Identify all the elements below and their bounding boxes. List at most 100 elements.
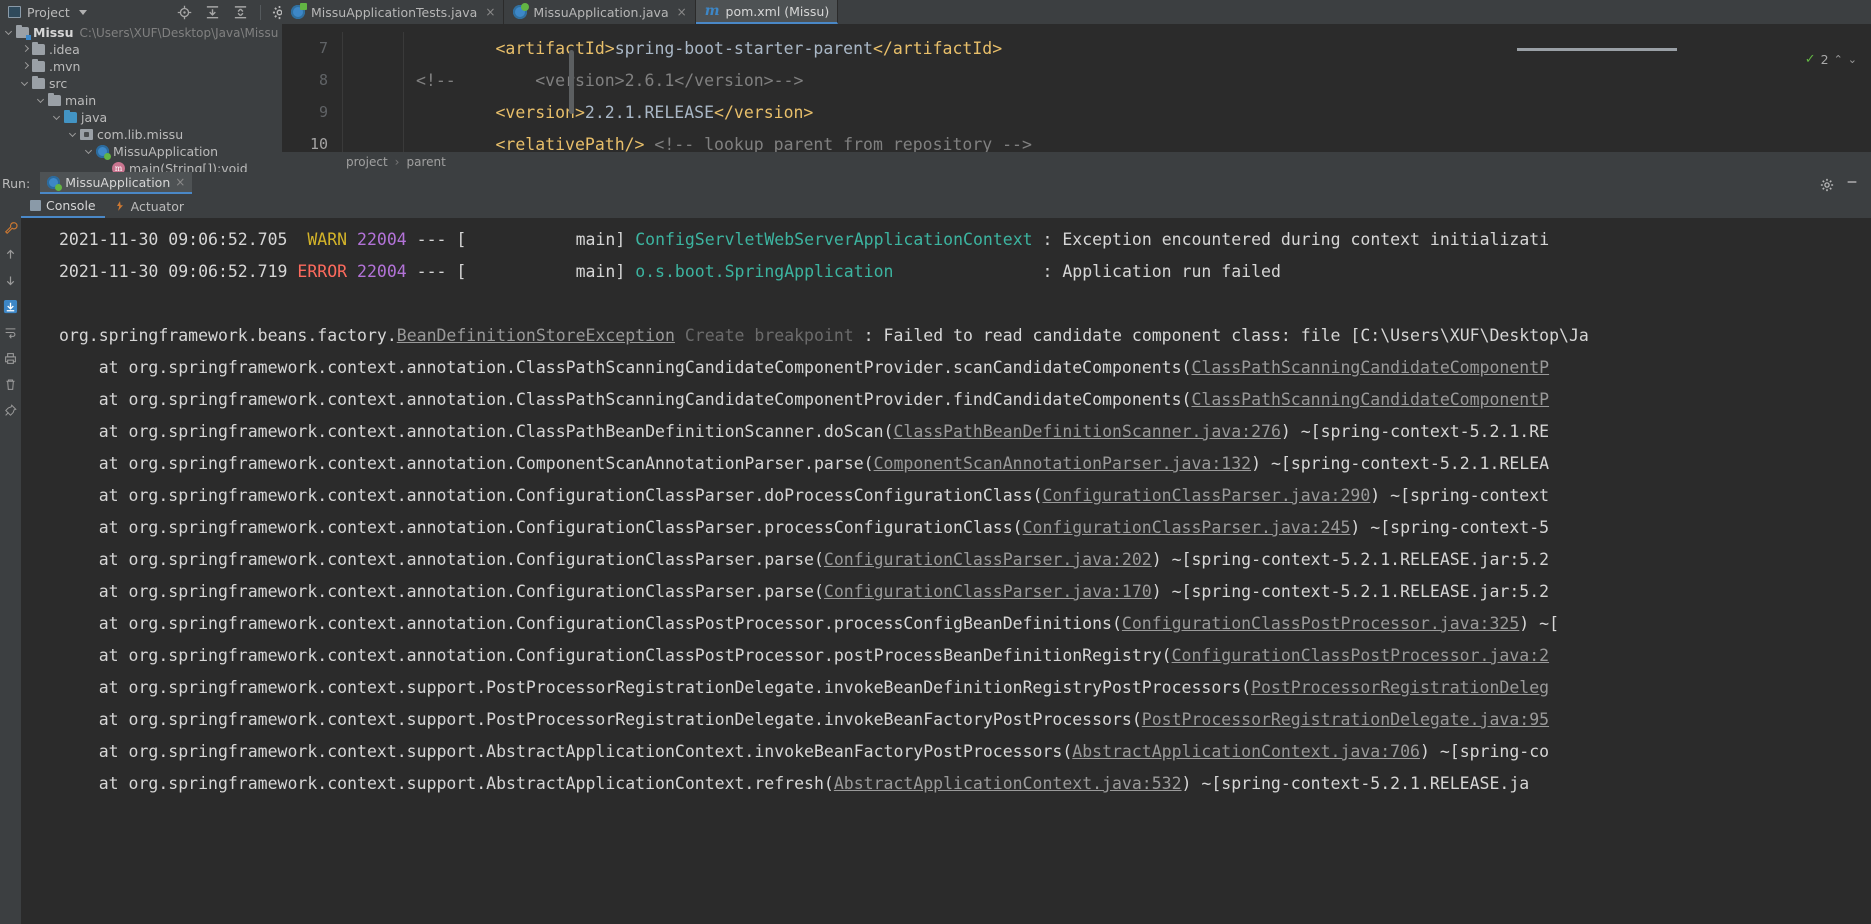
project-path: C:\Users\XUF\Desktop\Java\Missu [79,25,279,40]
inspection-widget[interactable]: ✓ 2 ⌃ ⌄ [1805,52,1857,67]
print-icon[interactable] [3,350,19,366]
editor-line-9[interactable]: 9 <version>2.2.1.RELEASE</version> [282,96,1871,128]
close-icon[interactable]: × [485,5,495,19]
run-config-tab[interactable]: MissuApplication × [40,172,193,194]
console-stack-line[interactable]: at org.springframework.context.support.P… [21,672,1871,704]
tree-item-label: main(String[]):void [129,161,248,172]
tab-actuator-label: Actuator [130,198,185,214]
console-stack-line[interactable]: at org.springframework.context.annotatio… [21,416,1871,448]
console-stack-line[interactable]: at org.springframework.context.annotatio… [21,576,1871,608]
console-sub-tabs: Console Actuator [21,194,1871,218]
line-number: 8 [318,71,328,89]
console-stack-line[interactable]: at org.springframework.context.support.P… [21,704,1871,736]
chevron-down-icon[interactable] [4,27,15,38]
locate-icon[interactable] [171,0,199,24]
console-stack-line[interactable]: at org.springframework.context.support.A… [21,768,1871,800]
breadcrumb-item-parent[interactable]: parent [406,155,445,169]
tree-item-idea[interactable]: .idea [0,41,282,58]
wrench-icon[interactable] [3,220,19,236]
soft-wrap-icon[interactable] [3,324,19,340]
tree-item-main[interactable]: main [0,92,282,109]
console-exception-line[interactable]: org.springframework.beans.factory.BeanDe… [21,320,1871,352]
line-content: <relativePath/> <!-- lookup parent from … [495,134,1032,154]
toolbar-divider [259,4,261,20]
project-view-label: Project [27,4,70,20]
close-icon[interactable]: × [677,5,687,19]
fold-column[interactable] [342,96,404,128]
project-folder-icon [16,25,31,40]
run-config-label: MissuApplication [65,174,171,190]
chevron-right-icon[interactable] [20,61,31,72]
tree-item-package[interactable]: com.lib.missu [0,126,282,143]
scroll-up-icon[interactable] [3,246,19,262]
chevron-right-icon[interactable] [20,44,31,55]
tree-item-label: java [81,110,108,125]
settings-gear-icon[interactable] [1820,177,1834,191]
pin-icon[interactable] [3,402,19,418]
folder-icon [32,42,45,55]
chevron-down-icon[interactable] [36,95,47,106]
clear-all-icon[interactable] [3,376,19,392]
chevron-down-icon[interactable] [68,129,79,140]
scroll-to-end-icon[interactable] [3,298,19,314]
project-view-selector[interactable]: Project [0,0,93,24]
chevron-down-icon[interactable] [20,78,31,89]
java-class-icon [96,145,111,160]
run-window-side-toolbar [0,194,21,924]
tab-actuator[interactable]: Actuator [105,194,193,218]
code-editor[interactable]: 7 <artifactId>spring-boot-starter-parent… [282,24,1871,172]
tree-item-main-method[interactable]: m main(String[]):void [0,160,282,172]
breadcrumb[interactable]: project › parent [282,152,1871,172]
package-icon [80,129,93,140]
console-stack-line[interactable]: at org.springframework.context.annotatio… [21,352,1871,384]
tree-item-label: main [65,93,97,108]
close-icon[interactable]: × [175,175,185,189]
java-test-class-icon [291,3,307,19]
chevron-down-icon[interactable] [78,9,87,15]
console-stack-line[interactable]: at org.springframework.context.annotatio… [21,480,1871,512]
tree-item-missuapplication[interactable]: MissuApplication [0,143,282,160]
scroll-down-icon[interactable] [3,272,19,288]
editor-line-8[interactable]: 8 <!-- <version>2.6.1</version>--> [282,64,1871,96]
console-stack-line[interactable]: at org.springframework.context.annotatio… [21,448,1871,480]
tab-console[interactable]: Console [21,194,105,218]
actuator-icon [114,200,126,212]
line-content: <artifactId>spring-boot-starter-parent</… [495,38,1003,58]
expand-all-icon[interactable] [199,0,227,24]
next-error-icon[interactable]: ⌄ [1848,53,1857,66]
editor-vertical-scrollbar[interactable] [569,50,574,114]
fold-column[interactable] [342,64,404,96]
console-stack-line[interactable]: at org.springframework.context.annotatio… [21,608,1871,640]
tree-item-mvn[interactable]: .mvn [0,58,282,75]
console-stack-line[interactable]: at org.springframework.context.annotatio… [21,640,1871,672]
project-tree-panel[interactable]: Missu C:\Users\XUF\Desktop\Java\Missu .i… [0,24,282,172]
line-number: 7 [318,39,328,57]
tree-item-src[interactable]: src [0,75,282,92]
console-stack-line[interactable]: at org.springframework.context.annotatio… [21,512,1871,544]
run-window-title: Run: [2,175,31,191]
chevron-down-icon[interactable] [52,112,63,123]
hide-window-icon[interactable] [1845,174,1859,193]
breadcrumb-item-project[interactable]: project [346,155,388,169]
editor-tab-2[interactable]: m pom.xml (Missu) [695,0,839,24]
console-stack-line[interactable]: at org.springframework.context.annotatio… [21,544,1871,576]
fold-column[interactable] [342,32,404,64]
editor-tab-0[interactable]: MissuApplicationTests.java × [282,0,505,24]
collapse-all-icon[interactable] [227,0,255,24]
console-stack-line[interactable]: at org.springframework.context.annotatio… [21,384,1871,416]
tree-item-missu[interactable]: Missu C:\Users\XUF\Desktop\Java\Missu [0,24,282,41]
console-output[interactable]: 2021-11-30 09:06:52.705 WARN 22004 --- [… [21,218,1871,924]
editor-tab-label: pom.xml (Missu) [725,3,830,19]
prev-error-icon[interactable]: ⌃ [1834,53,1843,66]
java-runnable-class-icon [47,175,63,191]
tree-item-label: src [49,76,68,91]
editor-tab-1[interactable]: MissuApplication.java × [504,0,696,24]
chevron-down-icon[interactable] [84,146,95,157]
line-content: <version>2.2.1.RELEASE</version> [495,102,814,122]
console-stack-line[interactable]: at org.springframework.context.support.A… [21,736,1871,768]
inspection-ok-icon: ✓ [1804,52,1816,67]
tab-console-label: Console [46,197,96,213]
java-runnable-class-icon [513,3,530,19]
tree-item-java[interactable]: java [0,109,282,126]
inspection-count: 2 [1820,52,1829,67]
